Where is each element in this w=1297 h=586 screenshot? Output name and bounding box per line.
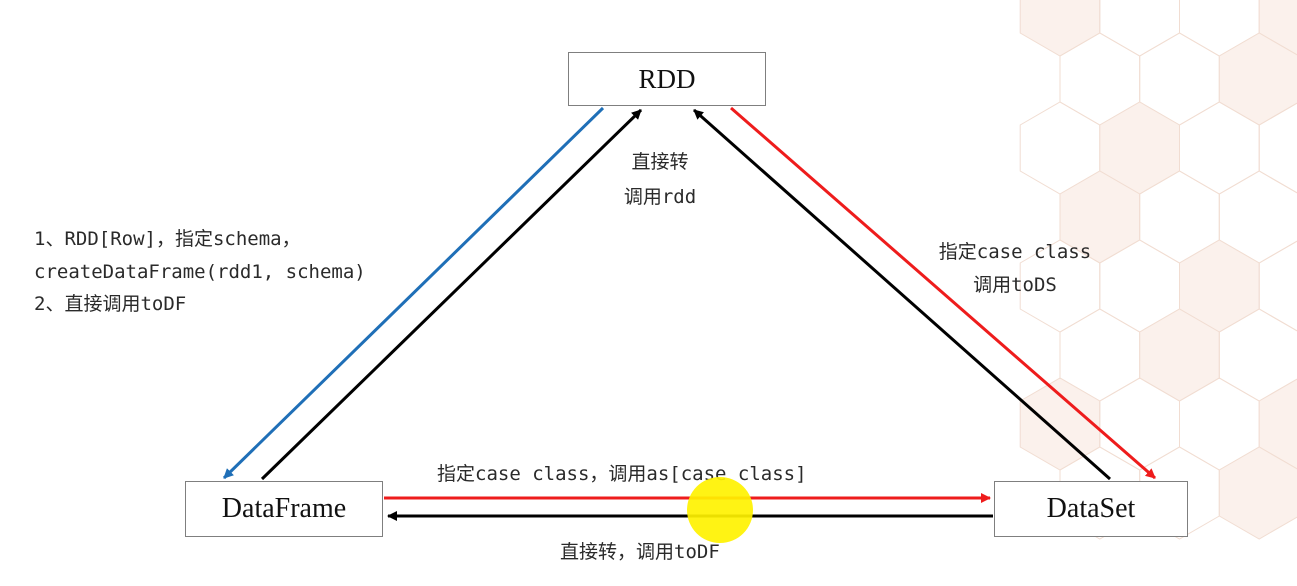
edge-label-dataframe-to-rdd-line2: 调用rdd [623, 186, 697, 208]
edge-label-rdd-to-dataframe-line2: createDataFrame(rdd1, schema) [34, 261, 366, 283]
edge-label-dataframe-to-rdd-line1: 直接转 [631, 151, 689, 173]
node-rdd-label: RDD [638, 63, 696, 94]
edge-label-rdd-to-dataframe-line3: 2、直接调用toDF [34, 293, 187, 315]
node-dataframe-label: DataFrame [221, 493, 347, 524]
edge-label-dataset-to-dataframe: 直接转，调用toDF [560, 541, 720, 563]
arrow-rdd-to-dataframe [222, 106, 605, 480]
edge-label-rdd-to-dataset-line1: 指定case class [938, 241, 1092, 263]
edge-label-dataframe-to-dataset: 指定case class，调用as[case class] [437, 463, 807, 485]
arrow-dataframe-to-rdd [260, 108, 643, 481]
edge-label-rdd-to-dataset-line2: 调用toDS [973, 274, 1057, 296]
node-dataset: DataSet [994, 481, 1188, 537]
node-rdd: RDD [568, 52, 766, 106]
cursor-highlight-icon [687, 477, 753, 543]
edge-label-rdd-to-dataframe-line1: 1、RDD[Row]，指定schema， [34, 228, 301, 250]
diagram-canvas: RDD DataFrame DataSet 1、RDD[Row]，指定schem… [0, 0, 1297, 586]
node-dataset-label: DataSet [1046, 493, 1136, 524]
node-dataframe: DataFrame [185, 481, 383, 537]
